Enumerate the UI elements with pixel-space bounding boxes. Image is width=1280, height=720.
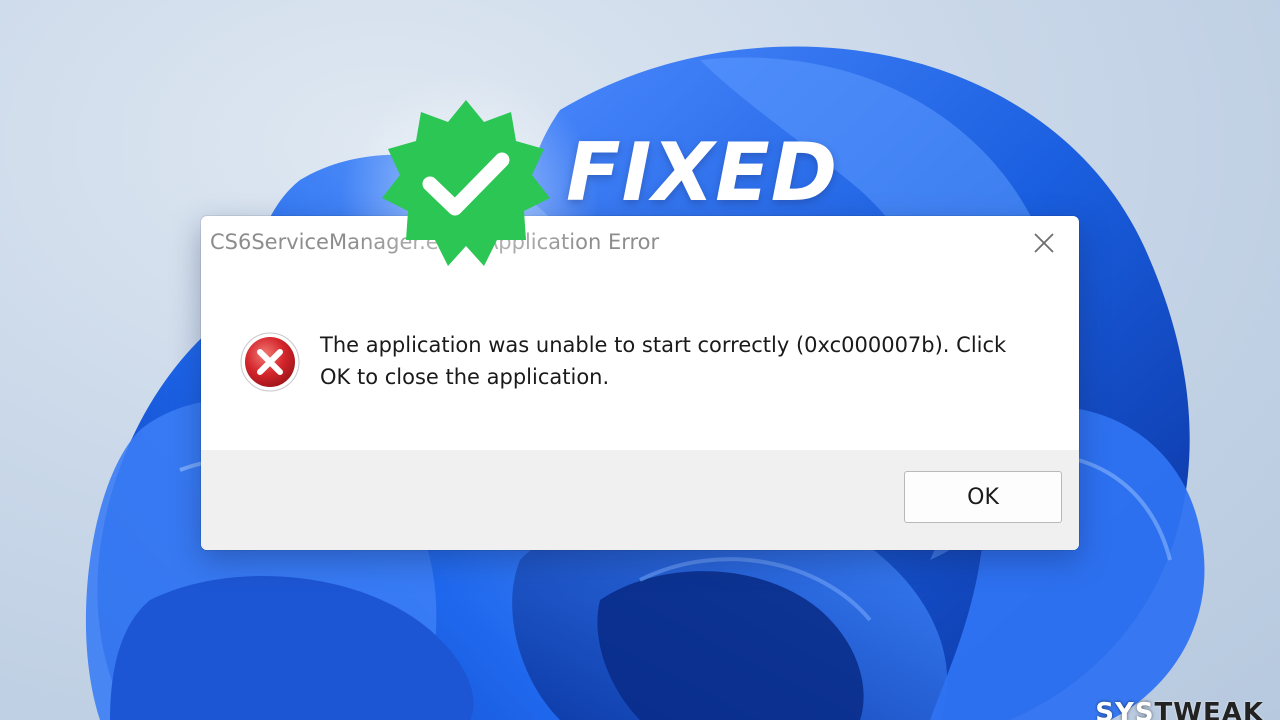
brand-part-b: TWEAK <box>1154 698 1264 720</box>
error-x-icon <box>240 332 300 392</box>
error-message: The application was unable to start corr… <box>320 333 1007 389</box>
close-button[interactable] <box>1025 226 1063 260</box>
error-dialog: CS6ServiceManager.exe - Application Erro… <box>201 216 1079 550</box>
brand-watermark: SYSTWEAK <box>1095 696 1264 720</box>
fixed-heading: FIXED <box>566 126 839 219</box>
brand-part-a: SYS <box>1095 698 1155 720</box>
dialog-body: The application was unable to start corr… <box>201 272 1079 448</box>
check-badge-icon <box>382 100 550 266</box>
close-icon <box>1034 233 1054 253</box>
dialog-footer: OK <box>201 450 1079 550</box>
ok-button[interactable]: OK <box>904 471 1062 523</box>
